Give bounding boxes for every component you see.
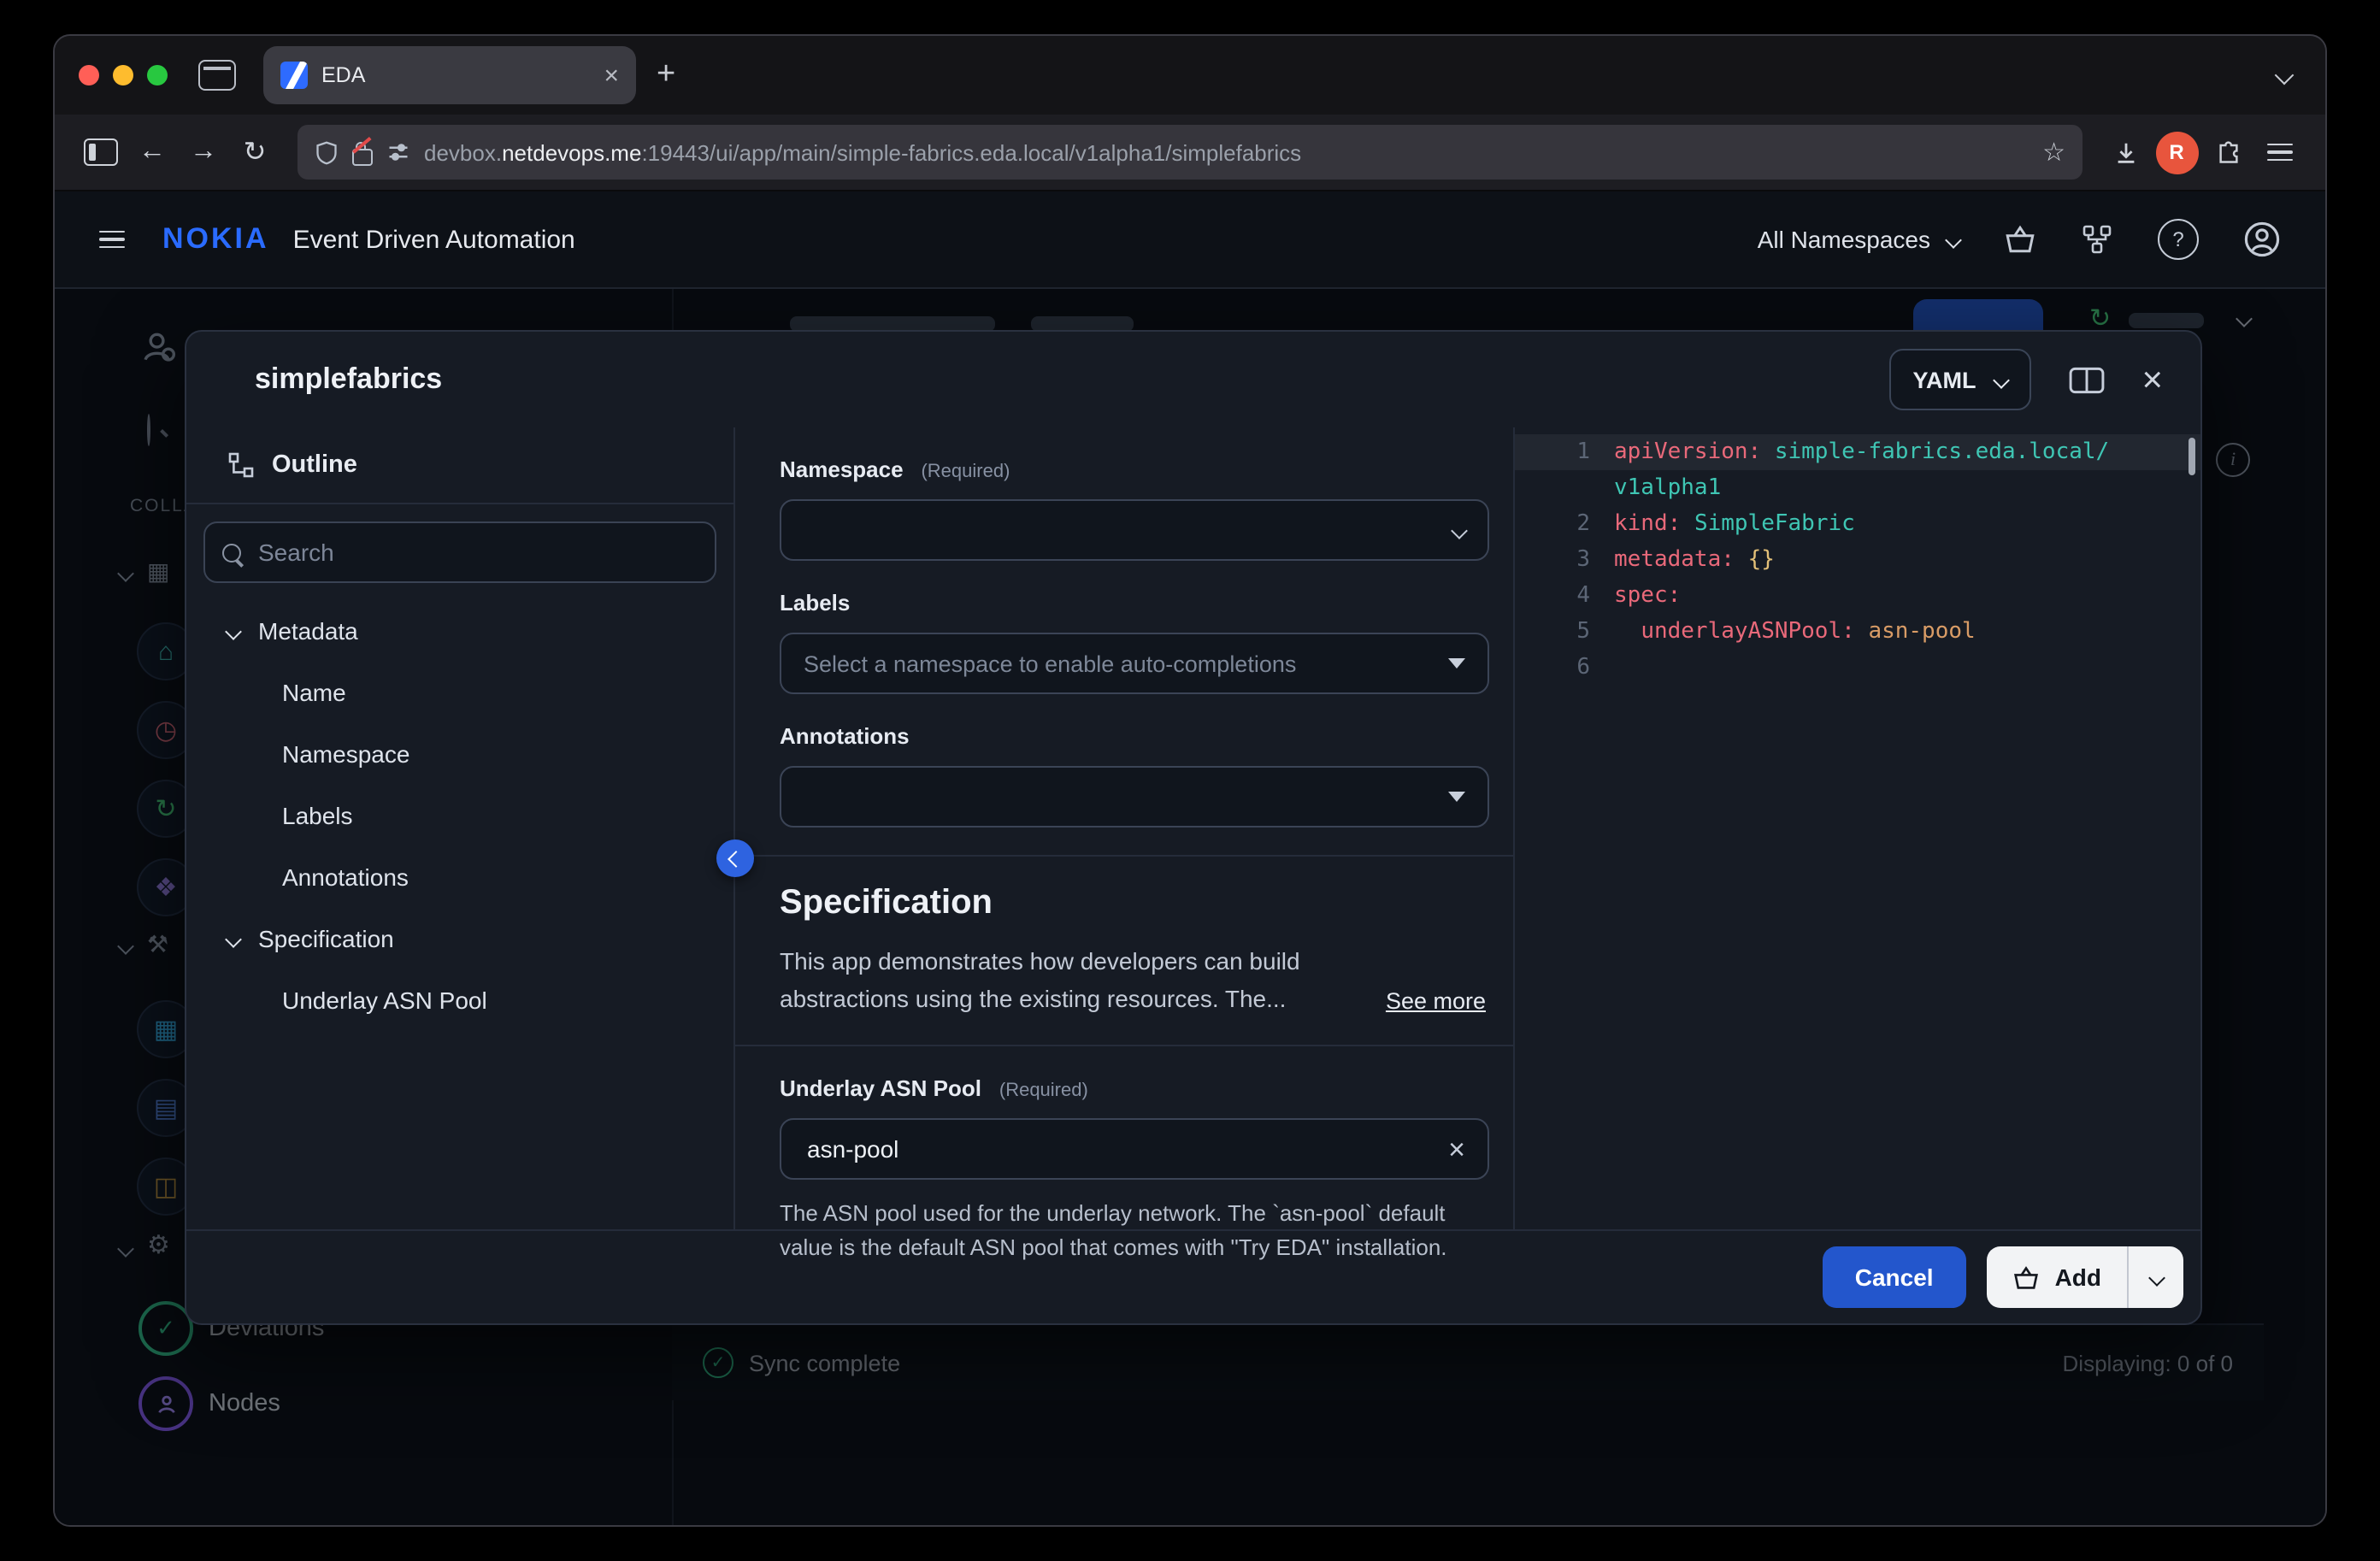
tree-item-namespace[interactable]: Namespace — [186, 723, 733, 785]
firefox-view-icon[interactable] — [198, 60, 236, 91]
asn-pool-help-text: The ASN pool used for the underlay netwo… — [780, 1197, 1498, 1264]
labels-select[interactable]: Select a namespace to enable auto-comple… — [780, 633, 1489, 694]
add-button-group: Add — [1987, 1246, 2183, 1308]
connection-settings-icon[interactable] — [386, 140, 410, 164]
window-minimize-button[interactable] — [113, 65, 133, 85]
window-close-button[interactable] — [79, 65, 99, 85]
tree-item-underlay-asn-pool[interactable]: Underlay ASN Pool — [186, 969, 733, 1031]
tab-strip: EDA × + — [55, 36, 2325, 115]
tree-item-annotations[interactable]: Annotations — [186, 846, 733, 908]
namespace-label: Namespace — [780, 457, 904, 482]
tab-title: EDA — [321, 63, 590, 87]
namespace-select[interactable] — [780, 499, 1489, 561]
dialog-title: simplefabrics — [255, 362, 442, 397]
code-line: 5 underlayASNPool: asn-pool — [1515, 614, 2200, 650]
code-line: 6 — [1515, 650, 2200, 686]
forward-button[interactable]: → — [178, 127, 229, 178]
browser-toolbar: ← → ↻ devbox.netdevops.me:19443/ui/app/m… — [55, 115, 2325, 191]
code-line: v1alpha1 — [1515, 470, 2200, 506]
tree-section-metadata[interactable]: Metadata — [186, 600, 733, 662]
tab-close-icon[interactable]: × — [604, 62, 619, 88]
browser-window: EDA × + ← → ↻ devbox.netdevops.me:19443/… — [53, 34, 2327, 1527]
new-tab-button[interactable]: + — [657, 56, 675, 94]
user-icon[interactable] — [2243, 221, 2281, 258]
yaml-editor[interactable]: 1apiVersion: simple-fabrics.eda.local/v1… — [1515, 427, 2200, 1229]
outline-panel: Outline MetadataNameNamespaceLabelsAnnot… — [186, 427, 735, 1229]
window-controls — [79, 65, 168, 85]
annotations-label: Annotations — [780, 723, 910, 749]
back-button[interactable]: ← — [127, 127, 178, 178]
url-text[interactable]: devbox.netdevops.me:19443/ui/app/main/si… — [424, 139, 2029, 165]
specification-heading: Specification — [780, 884, 1489, 923]
see-more-link[interactable]: See more — [1386, 988, 1486, 1014]
extensions-puzzle-icon[interactable] — [2202, 127, 2253, 178]
asn-pool-label: Underlay ASN Pool — [780, 1075, 981, 1101]
tree-item-name[interactable]: Name — [186, 662, 733, 723]
sidebar-toggle-icon[interactable] — [75, 127, 127, 178]
search-icon — [222, 543, 241, 562]
simplefabrics-dialog: simplefabrics YAML × — [185, 330, 2202, 1325]
eda-favicon-icon — [280, 62, 308, 89]
app-header: NOKIA Event Driven Automation All Namesp… — [55, 191, 2325, 289]
asn-pool-input[interactable] — [804, 1134, 1448, 1164]
basket-icon — [2012, 1264, 2040, 1290]
browser-tab[interactable]: EDA × — [263, 46, 636, 104]
form-panel: Namespace (Required) Labels Select a nam… — [735, 427, 1515, 1229]
yaml-code: 1apiVersion: simple-fabrics.eda.local/v1… — [1515, 434, 2200, 686]
labels-label: Labels — [780, 590, 850, 616]
search-input[interactable] — [255, 537, 698, 568]
eda-app: NOKIA Event Driven Automation All Namesp… — [55, 191, 2325, 1525]
specification-description: This app demonstrates how developers can… — [780, 944, 1405, 1017]
chevron-down-icon — [1451, 521, 1468, 539]
chevron-down-icon — [1945, 231, 1962, 248]
code-line: 3metadata: {} — [1515, 542, 2200, 578]
asn-pool-field[interactable]: × — [780, 1118, 1489, 1180]
annotations-select[interactable] — [780, 766, 1489, 828]
cancel-button[interactable]: Cancel — [1823, 1246, 1966, 1308]
url-bar[interactable]: devbox.netdevops.me:19443/ui/app/main/si… — [298, 125, 2082, 180]
tab-list-chevron-icon[interactable] — [2277, 60, 2291, 91]
app-menu-icon[interactable] — [99, 230, 125, 249]
outline-heading: Outline — [186, 427, 733, 504]
close-icon[interactable]: × — [2141, 362, 2163, 398]
namespace-selector[interactable]: All Namespaces — [1758, 226, 1959, 253]
editor-scrollbar[interactable] — [2189, 438, 2195, 475]
tree-item-labels[interactable]: Labels — [186, 785, 733, 846]
clear-icon[interactable]: × — [1448, 1134, 1465, 1163]
outline-tree-icon — [227, 451, 255, 479]
add-button[interactable]: Add — [1987, 1246, 2127, 1308]
nokia-logo: NOKIA — [162, 222, 269, 256]
dropdown-triangle-icon — [1448, 792, 1465, 802]
chevron-down-icon — [225, 930, 242, 947]
bookmark-star-icon[interactable]: ☆ — [2042, 137, 2065, 168]
screen: EDA × + ← → ↻ devbox.netdevops.me:19443/… — [0, 0, 2380, 1561]
dialog-header: simplefabrics YAML × — [186, 332, 2200, 427]
tree-section-specification[interactable]: Specification — [186, 908, 733, 969]
add-options-chevron[interactable] — [2129, 1246, 2183, 1308]
browser-menu-icon[interactable] — [2253, 127, 2305, 178]
profile-avatar[interactable]: R — [2151, 127, 2202, 178]
chevron-down-icon — [1993, 371, 2010, 388]
basket-icon[interactable] — [2004, 224, 2036, 255]
outline-search[interactable] — [203, 521, 716, 583]
lock-icon[interactable] — [352, 148, 373, 165]
chevron-down-icon — [225, 622, 242, 639]
app-title: Event Driven Automation — [293, 225, 575, 254]
view-mode-select[interactable]: YAML — [1888, 349, 2030, 410]
collapse-outline-handle[interactable] — [716, 839, 754, 877]
shield-icon[interactable] — [315, 139, 339, 165]
reload-button[interactable]: ↻ — [229, 127, 280, 178]
dropdown-triangle-icon — [1448, 658, 1465, 669]
page-content: COLLA ▦ ⌂◷↻❖ ⚒ ▦▤◫ ⚙ ✓ Deviations — [55, 289, 2325, 1525]
split-view-icon[interactable] — [2068, 365, 2104, 394]
code-line: 2kind: SimpleFabric — [1515, 506, 2200, 542]
code-line: 1apiVersion: simple-fabrics.eda.local/ — [1515, 434, 2200, 470]
help-icon[interactable]: ? — [2158, 219, 2199, 260]
transactions-flow-icon[interactable] — [2081, 224, 2113, 255]
window-zoom-button[interactable] — [147, 65, 168, 85]
outline-tree: MetadataNameNamespaceLabelsAnnotationsSp… — [186, 600, 733, 1031]
downloads-icon[interactable] — [2100, 127, 2151, 178]
code-line: 4spec: — [1515, 578, 2200, 614]
